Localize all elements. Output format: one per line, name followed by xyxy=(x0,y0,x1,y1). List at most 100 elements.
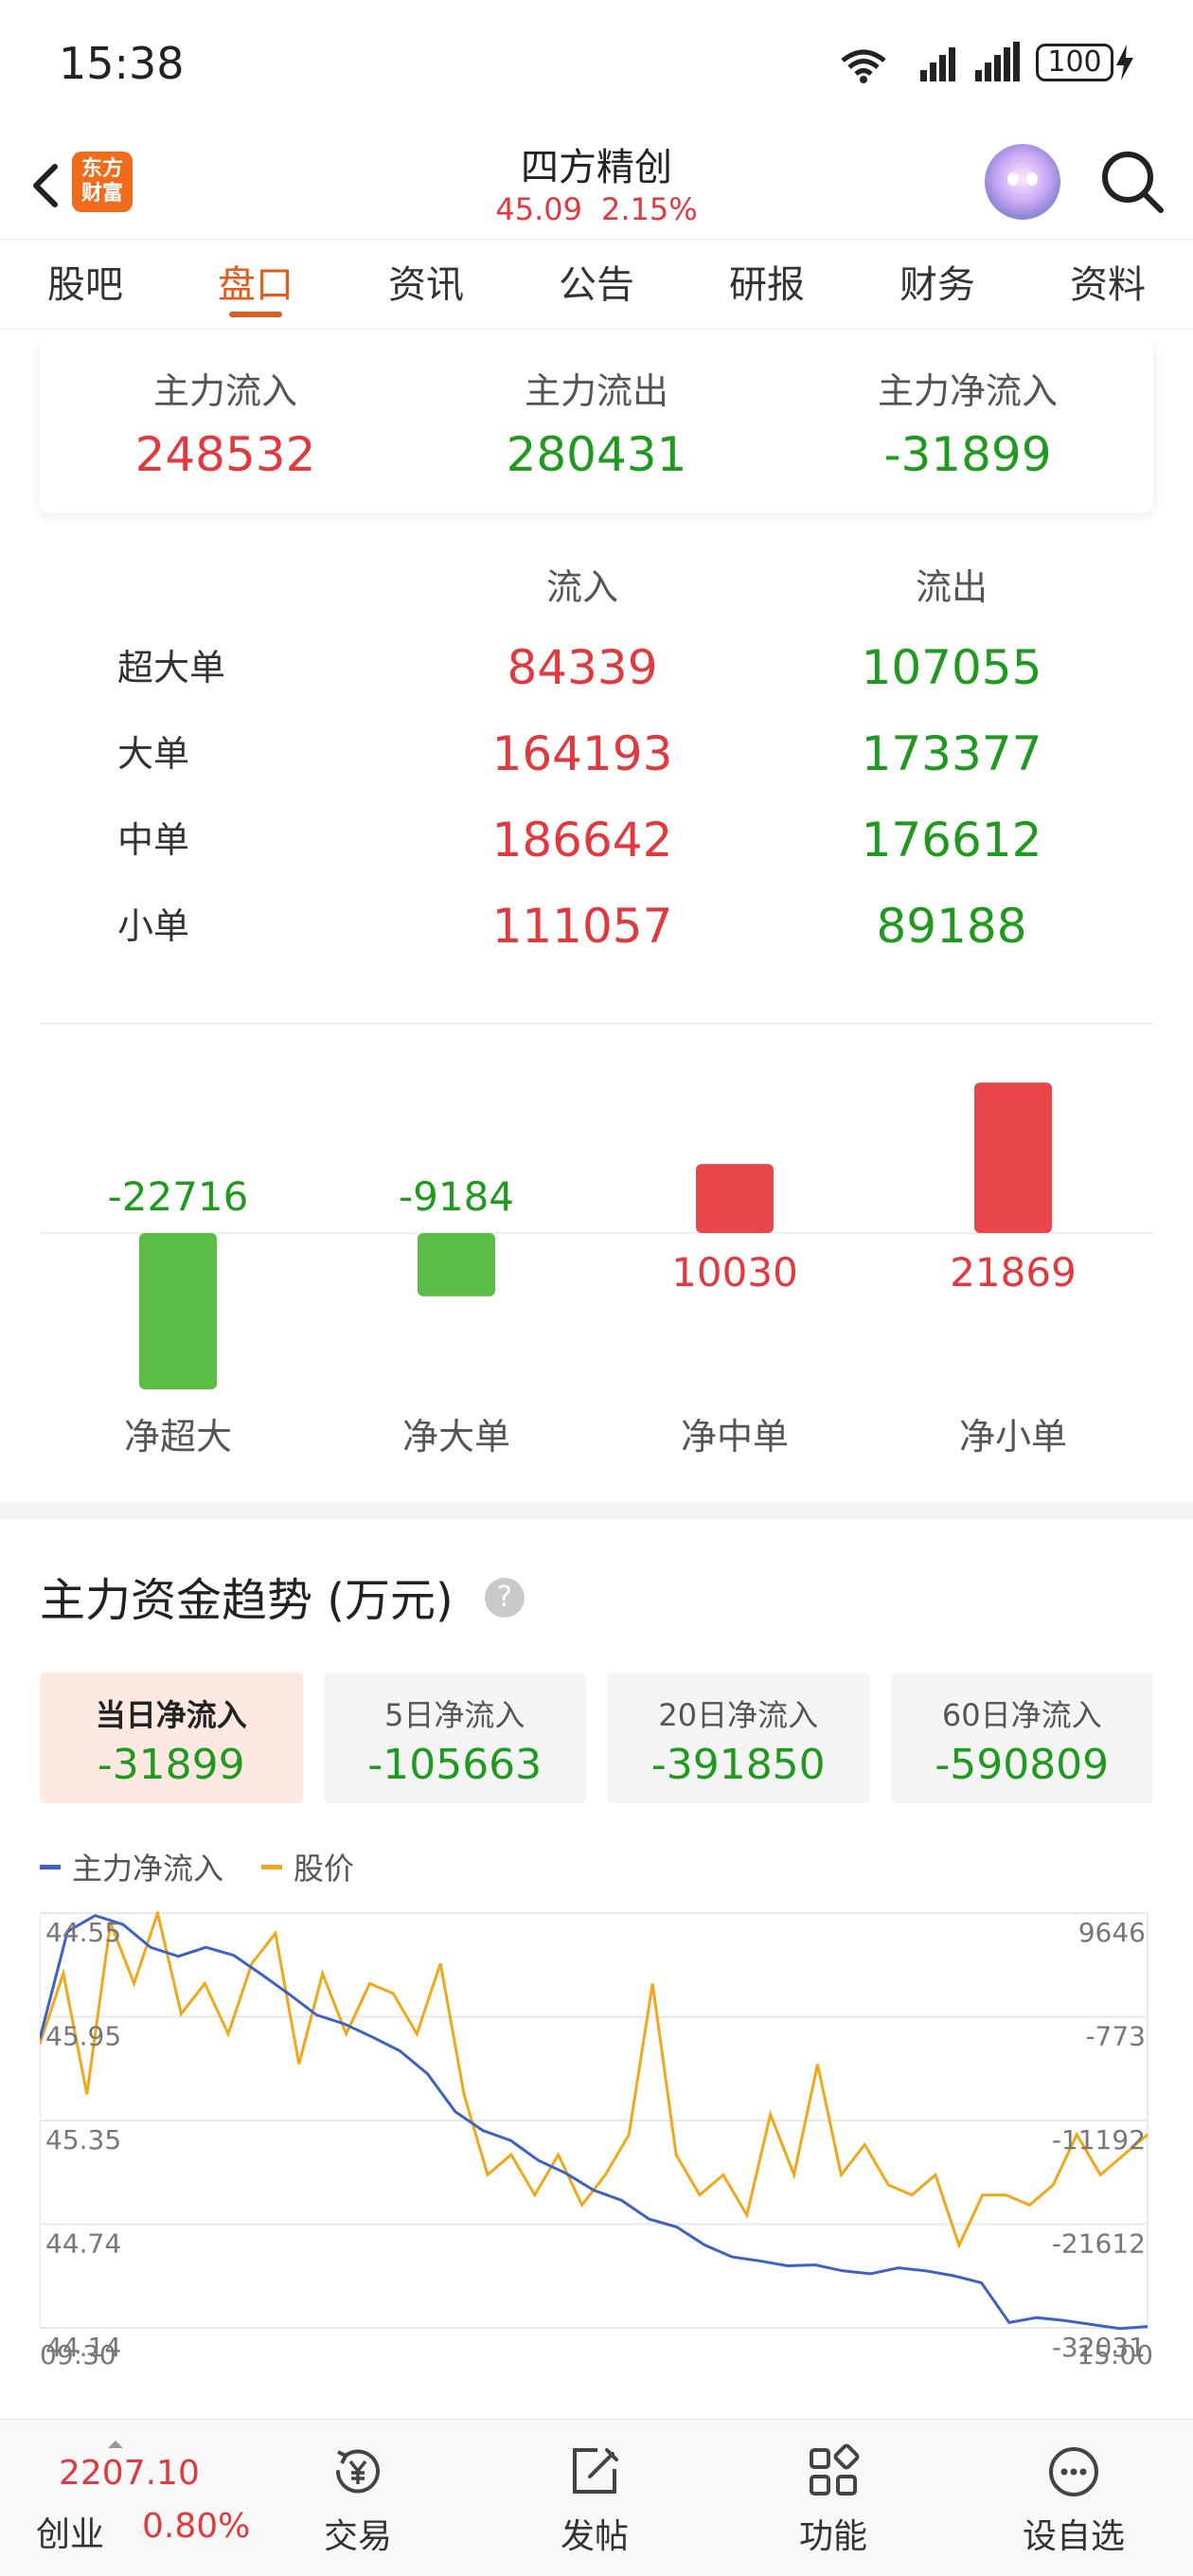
status-icons: 100 xyxy=(837,42,1136,83)
left-axis-tick-label: 44.55 xyxy=(45,1917,121,1948)
net-bar-value-label: 10030 xyxy=(671,1249,798,1296)
period-tab-20d[interactable]: 20日净流入 -391850 xyxy=(607,1673,870,1803)
legend-item-price: 股价 xyxy=(261,1845,354,1888)
left-axis-tick-label: 44.74 xyxy=(45,2228,121,2260)
net-bar-3 xyxy=(696,1164,774,1233)
capital-trend-chart: 44.55 45.95 45.35 44.74 44.14 9646 -773 -11192-… xyxy=(40,1911,1153,2366)
main-flow-card: 主力流入 248532 主力流出 280431 主力净流入 -31899 xyxy=(40,333,1153,513)
net-bar-category-label: 净中单 xyxy=(681,1416,789,1458)
stock-price: 45.09 xyxy=(495,191,582,227)
index-value: 2207.10 xyxy=(59,2454,200,2493)
right-axis-tick-label: -11192 xyxy=(1052,2124,1146,2156)
period-value: -590809 xyxy=(935,1741,1110,1789)
right-axis-tick-label: -773 xyxy=(1085,2021,1146,2052)
nav-functions[interactable]: 功能 xyxy=(767,2429,899,2571)
cellular-4g-icon xyxy=(920,47,955,81)
left-axis-tick-label: 45.35 xyxy=(45,2124,121,2156)
charging-icon xyxy=(1116,45,1133,80)
period-label: 当日净流入 xyxy=(95,1697,247,1733)
nav-label: 交易 xyxy=(323,2517,392,2556)
row-inflow: 164193 xyxy=(491,726,673,781)
nav-label: 发帖 xyxy=(560,2517,629,2556)
net-bar-category-label: 净小单 xyxy=(959,1416,1067,1458)
help-icon[interactable]: ? xyxy=(485,1578,525,1618)
row-label: 中单 xyxy=(117,819,190,861)
net-bar-value-label: -22716 xyxy=(108,1173,249,1220)
row-outflow: 176612 xyxy=(861,813,1042,868)
status-time: 15:38 xyxy=(59,38,185,89)
main-outflow: 主力流出 280431 xyxy=(411,333,782,513)
tab-pankou[interactable]: 盘口 xyxy=(170,240,341,329)
trade-icon xyxy=(336,2449,380,2494)
table-row: 大单 164193 173377 xyxy=(0,711,1193,797)
order-size-flow-table: 流入 流出 超大单 84339 107055 大单 164193 173377 … xyxy=(0,549,1193,970)
period-label: 20日净流入 xyxy=(658,1697,819,1733)
row-label: 大单 xyxy=(117,733,190,775)
row-outflow: 107055 xyxy=(861,640,1042,695)
net-bar-1 xyxy=(139,1233,217,1389)
legend-label: 股价 xyxy=(294,1851,355,1887)
period-tab-60d[interactable]: 60日净流入 -590809 xyxy=(890,1673,1153,1803)
nav-post[interactable]: 发帖 xyxy=(528,2429,661,2571)
period-value: -105663 xyxy=(367,1741,543,1789)
section-separator xyxy=(0,1502,1193,1519)
row-outflow: 173377 xyxy=(861,726,1042,781)
index-ticker[interactable]: 2207.10 创业 0.80% xyxy=(36,2441,263,2554)
main-outflow-value: 280431 xyxy=(506,427,687,482)
table-row: 中单 186642 176612 xyxy=(0,797,1193,884)
battery-level: 100 xyxy=(1036,44,1113,81)
right-axis-tick-label: 9646 xyxy=(1078,1917,1146,1948)
x-axis-tick-label: 09:30 xyxy=(40,2339,116,2366)
tab-profile[interactable]: 资料 xyxy=(1023,240,1193,329)
tab-guba[interactable]: 股吧 xyxy=(0,240,170,329)
main-inflow: 主力流入 248532 xyxy=(40,333,411,513)
row-inflow: 186642 xyxy=(491,813,673,868)
legend-swatch xyxy=(261,1864,283,1869)
battery-indicator: 100 xyxy=(1036,43,1136,82)
row-outflow: 89188 xyxy=(876,899,1027,954)
main-outflow-label: 主力流出 xyxy=(524,370,668,412)
net-inflow-line xyxy=(40,1913,1148,2331)
nav-label: 功能 xyxy=(798,2517,867,2556)
net-bar-category-label: 净大单 xyxy=(402,1416,510,1458)
period-value: -391850 xyxy=(650,1741,826,1789)
net-flow-bar-svg: -22716 净超大 -9184 净大单 10030 净中单 21869 净小单 xyxy=(40,1082,1153,1458)
stock-change-pct: 2.15% xyxy=(600,191,698,227)
nav-add-watchlist[interactable]: 设自选 xyxy=(1007,2429,1140,2571)
tab-research[interactable]: 研报 xyxy=(682,240,852,329)
price-line xyxy=(40,1911,1148,2249)
tab-announcements[interactable]: 公告 xyxy=(511,240,682,329)
period-tab-today[interactable]: 当日净流入 -31899 xyxy=(40,1673,303,1803)
tab-news[interactable]: 资讯 xyxy=(341,240,511,329)
trend-title: 主力资金趋势 (万元) xyxy=(40,1574,454,1627)
bottom-nav: 2207.10 创业 0.80% 交易 发帖 功能 设自选 xyxy=(0,2419,1193,2576)
period-tabs: 当日净流入 -31899 5日净流入 -105663 20日净流入 -39185… xyxy=(40,1673,1153,1803)
nav-trade[interactable]: 交易 xyxy=(292,2429,424,2571)
period-tab-5d[interactable]: 5日净流入 -105663 xyxy=(323,1673,586,1803)
net-bar-4 xyxy=(974,1082,1052,1233)
right-axis-tick-label: -21612 xyxy=(1052,2228,1146,2260)
cellular-signal-icon xyxy=(975,42,1020,81)
legend-swatch xyxy=(40,1864,61,1869)
table-header: 流入 流出 xyxy=(0,549,1193,625)
row-inflow: 111057 xyxy=(491,899,673,954)
main-inflow-value: 248532 xyxy=(134,427,316,482)
more-icon xyxy=(1049,2447,1098,2496)
period-value: -31899 xyxy=(97,1741,245,1789)
caret-up-icon xyxy=(108,2441,123,2448)
legend-label: 主力净流入 xyxy=(72,1851,224,1887)
main-netflow: 主力净流入 -31899 xyxy=(782,333,1153,513)
status-bar: 15:38 100 xyxy=(0,0,1193,133)
tab-bar: 股吧 盘口 资讯 公告 研报 财务 资料 xyxy=(0,239,1193,330)
table-row: 小单 111057 89188 xyxy=(0,884,1193,970)
row-label: 超大单 xyxy=(117,647,226,689)
main-netflow-label: 主力净流入 xyxy=(877,370,1058,412)
tab-finance[interactable]: 财务 xyxy=(852,240,1023,329)
x-axis-tick-label: 15:00 xyxy=(1077,2339,1153,2366)
search-icon[interactable] xyxy=(1098,148,1166,216)
post-icon xyxy=(573,2448,618,2494)
chart-legend: 主力净流入 股价 xyxy=(40,1845,354,1888)
row-inflow: 84339 xyxy=(507,640,658,695)
assistant-robot-icon[interactable] xyxy=(985,144,1060,220)
grid-icon xyxy=(810,2443,860,2496)
